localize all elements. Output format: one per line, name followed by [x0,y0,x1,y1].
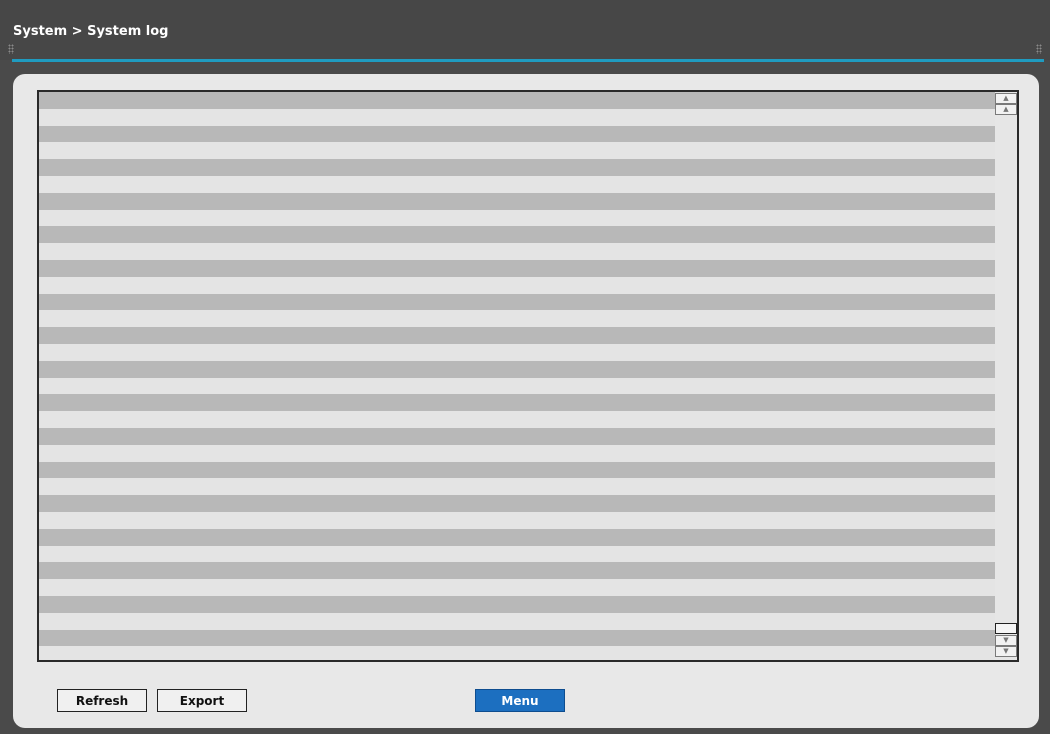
log-scrollbar[interactable]: ▲ ▲ ▼ ▼ [995,92,1017,660]
log-row[interactable] [39,259,995,277]
log-row[interactable] [39,142,995,160]
log-row[interactable] [39,646,995,660]
drag-grip-icon[interactable] [1036,44,1042,54]
log-row[interactable] [39,192,995,210]
log-row[interactable] [39,175,995,193]
log-row[interactable] [39,327,995,344]
log-row[interactable] [39,612,995,630]
log-row[interactable] [39,411,995,428]
log-row[interactable] [39,276,995,294]
log-row[interactable] [39,461,995,479]
title-bar: System > System log [0,0,1050,60]
breadcrumb: System > System log [13,24,169,39]
log-row[interactable] [39,377,995,395]
log-row[interactable] [39,125,995,143]
system-log-list[interactable]: ▲ ▲ ▼ ▼ [37,90,1019,662]
log-row[interactable] [39,159,995,176]
log-row[interactable] [39,209,995,227]
scroll-down-icon[interactable]: ▼ [995,635,1017,646]
title-divider [12,59,1044,62]
export-button[interactable]: Export [157,689,247,712]
log-row[interactable] [39,310,995,328]
log-row[interactable] [39,444,995,462]
refresh-button[interactable]: Refresh [57,689,147,712]
drag-grip-icon[interactable] [8,44,14,54]
log-row[interactable] [39,495,995,512]
system-log-window: System > System log ▲ ▲ ▼ ▼ Refresh Expo… [0,0,1050,734]
log-row[interactable] [39,595,995,613]
log-row[interactable] [39,629,995,647]
log-row[interactable] [39,545,995,563]
log-row[interactable] [39,394,995,412]
log-row[interactable] [39,226,995,244]
log-row[interactable] [39,108,995,126]
log-row[interactable] [39,562,995,580]
scroll-up-icon[interactable]: ▲ [995,104,1017,115]
log-row[interactable] [39,579,995,596]
log-row[interactable] [39,343,995,361]
log-row[interactable] [39,92,995,109]
menu-button[interactable]: Menu [475,689,565,712]
log-row[interactable] [39,478,995,496]
scroll-top-icon[interactable]: ▲ [995,93,1017,104]
log-row[interactable] [39,243,995,260]
log-row[interactable] [39,528,995,546]
log-rows [39,92,995,660]
scroll-thumb[interactable] [995,623,1017,634]
log-row[interactable] [39,511,995,529]
log-row[interactable] [39,360,995,378]
log-row[interactable] [39,427,995,445]
log-row[interactable] [39,293,995,311]
scroll-bottom-icon[interactable]: ▼ [995,646,1017,657]
